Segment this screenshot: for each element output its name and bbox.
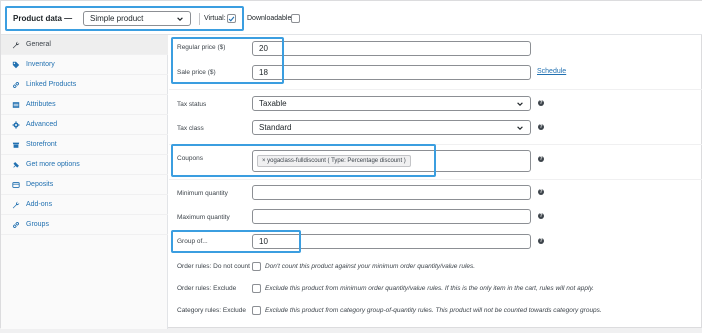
max-qty-label: Maximum quantity [177, 214, 230, 221]
max-qty-input[interactable] [252, 209, 531, 224]
category-rules-label: Category rules: Exclude [177, 307, 247, 314]
coupon-chip-label: × yogaclass-fulldiscount ( Type: Percent… [262, 158, 406, 164]
tab-inventory[interactable]: Inventory [1, 55, 168, 75]
tab-linked-products[interactable]: Linked Products [1, 75, 168, 95]
section-divider [169, 144, 702, 145]
tab-deposits[interactable]: Deposits [1, 175, 168, 195]
product-data-title: Product data — [13, 14, 73, 23]
tab-attributes-label: Attributes [26, 101, 56, 108]
coupons-label: Coupons [177, 155, 204, 162]
product-data-header: Product data — Simple product Virtual: D… [1, 1, 702, 35]
gear-icon [12, 120, 20, 129]
section-divider [169, 89, 702, 90]
tax-status-select[interactable]: Taxable [252, 96, 531, 111]
tab-general-label: General [26, 41, 51, 48]
chevron-down-icon [517, 125, 523, 130]
help-icon[interactable]: ? [538, 238, 544, 244]
help-icon[interactable]: ? [538, 124, 544, 130]
tab-advanced-label: Advanced [26, 121, 58, 128]
downloadable-label: Downloadable: [247, 15, 294, 22]
schedule-link[interactable]: Schedule [537, 68, 566, 75]
card-icon [12, 181, 20, 189]
tab-advanced[interactable]: Advanced [1, 115, 168, 135]
tab-inventory-label: Inventory [26, 61, 55, 68]
sale-price-input[interactable]: 18 [252, 65, 531, 80]
regular-price-value: 20 [259, 44, 268, 53]
product-type-value: Simple product [90, 14, 144, 23]
tax-class-value: Standard [259, 123, 292, 132]
virtual-checkbox[interactable] [227, 14, 236, 23]
order-rules-exclude-checkbox[interactable] [252, 284, 261, 293]
plugin-icon [12, 161, 20, 169]
order-rules-exclude-label: Order rules: Exclude [177, 285, 237, 292]
section-divider [169, 179, 702, 180]
category-rules-description: Exclude this product from category group… [265, 307, 602, 314]
downloadable-checkbox[interactable] [291, 14, 300, 23]
category-rules-checkbox[interactable] [252, 306, 261, 315]
tab-deposits-label: Deposits [26, 181, 54, 188]
link-icon [12, 81, 20, 89]
tab-storefront[interactable]: Storefront [1, 135, 168, 155]
group-of-label: Group of... [177, 238, 208, 245]
wrench-icon [12, 201, 20, 209]
order-rules-exclude-description: Exclude this product from minimum order … [265, 285, 594, 292]
tab-storefront-label: Storefront [26, 141, 57, 148]
link-icon [12, 221, 20, 229]
help-icon[interactable]: ? [538, 156, 544, 162]
help-icon[interactable]: ? [538, 100, 544, 106]
sale-price-value: 18 [259, 68, 268, 77]
product-data-panel: Product data — Simple product Virtual: D… [0, 0, 702, 329]
product-data-tabs: General Inventory Linked Products Attrib… [1, 35, 168, 329]
header-divider [199, 13, 200, 25]
chevron-down-icon [177, 16, 183, 21]
tag-icon [12, 61, 20, 69]
order-rules-description: Don't count this product against your mi… [265, 263, 476, 270]
product-type-select[interactable]: Simple product [83, 11, 191, 26]
virtual-label: Virtual: [204, 15, 226, 22]
tab-get-more-options-label: Get more options [26, 161, 80, 168]
tax-status-value: Taxable [259, 99, 287, 108]
tax-class-select[interactable]: Standard [252, 120, 531, 135]
table-icon [12, 101, 20, 109]
tab-groups-label: Groups [26, 221, 49, 228]
checkmark-icon [228, 16, 235, 22]
tab-linked-products-label: Linked Products [26, 81, 77, 88]
tax-status-label: Tax status [177, 101, 207, 108]
help-icon[interactable]: ? [538, 189, 544, 195]
group-of-input[interactable]: 10 [252, 234, 531, 249]
regular-price-input[interactable]: 20 [252, 41, 531, 56]
tab-attributes[interactable]: Attributes [1, 95, 168, 115]
tab-add-ons[interactable]: Add-ons [1, 195, 168, 215]
wrench-icon [12, 41, 20, 49]
tax-class-label: Tax class [177, 125, 204, 132]
group-of-value: 10 [259, 237, 268, 246]
help-icon[interactable]: ? [538, 213, 544, 219]
chevron-down-icon [517, 101, 523, 106]
order-rules-label: Order rules: Do not count [177, 263, 250, 270]
tab-general[interactable]: General [1, 35, 168, 55]
tab-add-ons-label: Add-ons [26, 201, 53, 208]
regular-price-label: Regular price ($) [177, 44, 226, 51]
min-qty-label: Minimum quantity [177, 190, 228, 197]
tab-groups[interactable]: Groups [1, 215, 168, 235]
storefront-icon [12, 141, 20, 149]
coupon-chip[interactable]: × yogaclass-fulldiscount ( Type: Percent… [257, 155, 411, 167]
order-rules-checkbox[interactable] [252, 262, 261, 271]
min-qty-input[interactable] [252, 185, 531, 200]
sale-price-label: Sale price ($) [177, 69, 216, 76]
tab-get-more-options[interactable]: Get more options [1, 155, 168, 175]
